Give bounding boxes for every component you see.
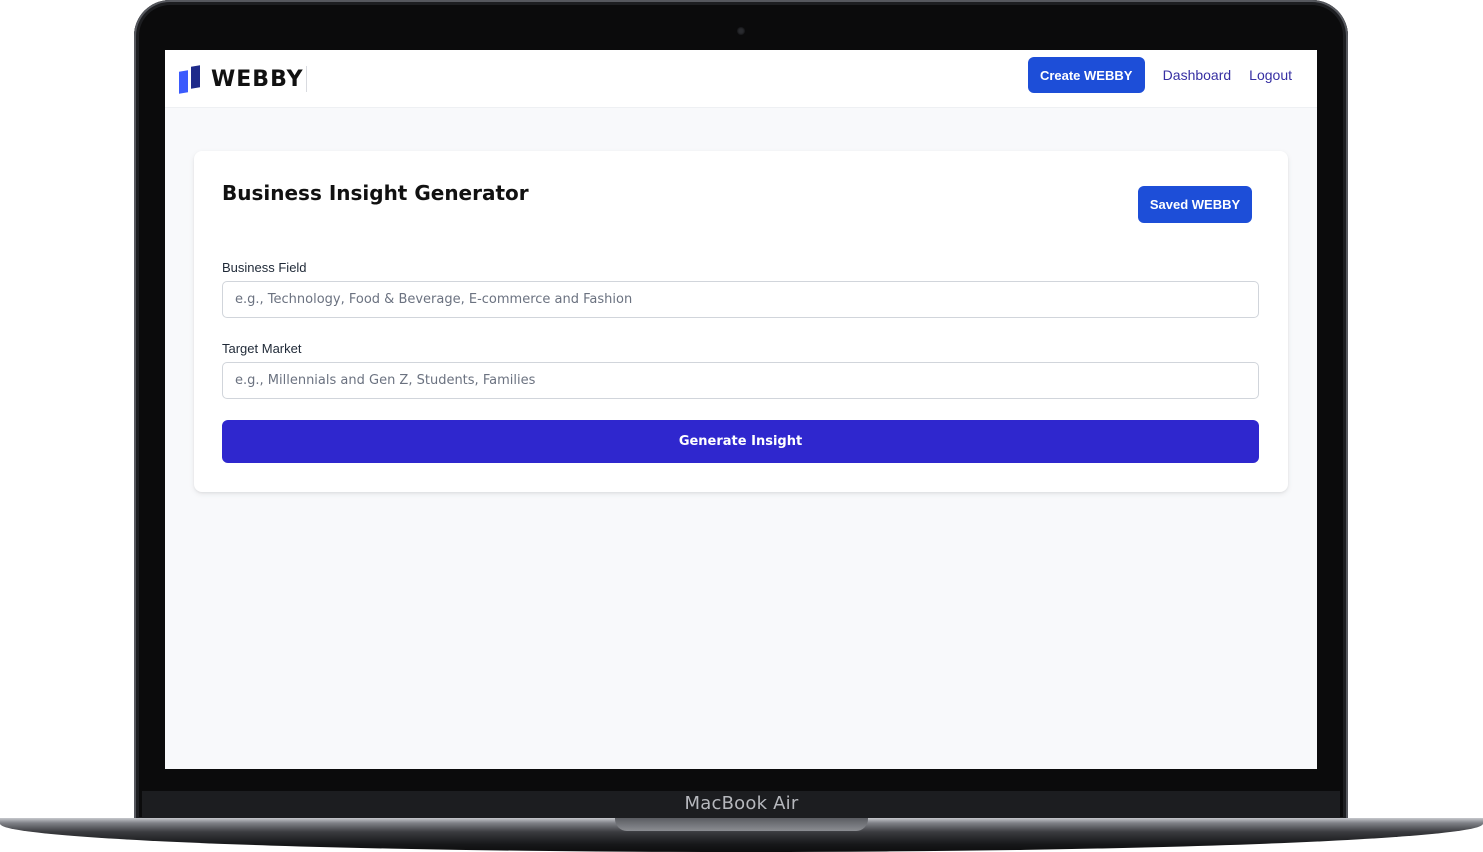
camera-icon	[737, 27, 745, 35]
device-model-label: MacBook Air	[684, 793, 799, 814]
target-market-input[interactable]	[222, 362, 1259, 399]
laptop-hinge-notch	[615, 818, 868, 831]
logo[interactable]: WEBBY	[179, 64, 307, 94]
webby-logo-icon	[179, 65, 203, 94]
create-webby-button[interactable]: Create WEBBY	[1027, 57, 1145, 93]
app-screen: WEBBY Create WEBBY Dashboard Logout Busi…	[165, 50, 1317, 769]
insight-form-card: Business Insight Generator Saved WEBBY B…	[194, 151, 1288, 492]
business-field-label: Business Field	[222, 260, 307, 275]
nav-link-logout[interactable]: Logout	[1249, 67, 1292, 83]
saved-webby-button[interactable]: Saved WEBBY	[1138, 186, 1252, 223]
business-field-input[interactable]	[222, 281, 1259, 318]
nav-link-dashboard[interactable]: Dashboard	[1163, 67, 1232, 83]
nav-menu: Create WEBBY Dashboard Logout	[1027, 57, 1292, 93]
logo-text: WEBBY	[211, 66, 304, 92]
generate-insight-button[interactable]: Generate Insight	[222, 420, 1259, 463]
top-navbar: WEBBY Create WEBBY Dashboard Logout	[165, 50, 1317, 108]
target-market-label: Target Market	[222, 341, 302, 356]
logo-divider	[305, 66, 307, 92]
page-title: Business Insight Generator	[222, 181, 529, 205]
